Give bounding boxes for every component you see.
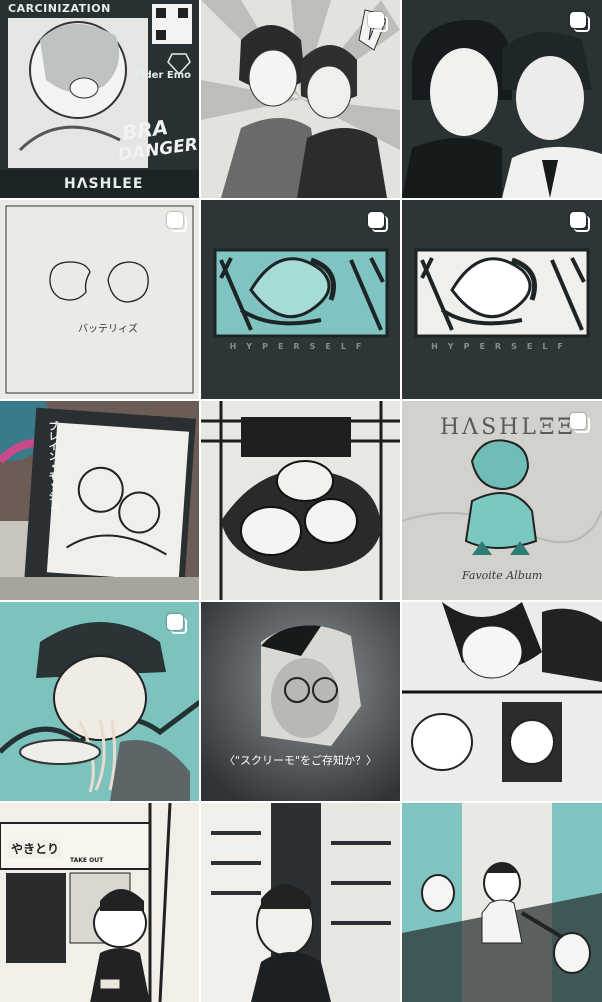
carousel-multiple-icon [167, 614, 187, 634]
post-tile-5[interactable]: HYPERSELF [201, 200, 400, 399]
post-tile-3[interactable] [402, 0, 602, 198]
carousel-multiple-icon [570, 413, 590, 433]
post-tile-14[interactable] [201, 803, 400, 1002]
hyperself-label: HYPERSELF [229, 342, 372, 351]
shop-sign-takeout: TAKE OUT [70, 857, 104, 864]
street-shop-artwork [0, 803, 199, 1002]
cd-title-brain-mosh: ブレイン・モッシュ [46, 421, 57, 511]
video-caption: 〈"スクリーモ"をご存知か？〉 [223, 754, 378, 767]
city-street-artwork [201, 803, 400, 1002]
portrait-photo [201, 602, 400, 801]
band-logo-hashlee: HΛSHLΞΞ [440, 415, 576, 440]
poster-artwork [0, 0, 199, 198]
post-caption-battery: バッテリィズ [78, 324, 138, 335]
post-tile-9[interactable]: HΛSHLΞΞ Favoite Album [402, 401, 602, 600]
post-tile-8[interactable] [201, 401, 400, 600]
carousel-multiple-icon [368, 212, 388, 232]
carousel-multiple-icon [368, 12, 388, 32]
posts-grid: CARCINIZATION Elder Emo BRA DANGER HΛSHL… [0, 0, 602, 1002]
post-tile-15[interactable] [402, 803, 602, 1002]
carousel-multiple-icon [167, 212, 187, 232]
post-tile-6[interactable]: HYPERSELF [402, 200, 602, 399]
post-tile-2[interactable] [201, 0, 400, 198]
post-tile-4[interactable]: バッテリィズ [0, 200, 199, 399]
band-logo-hashlee: HΛSHLEE [64, 176, 144, 192]
teal-city-artwork [402, 803, 602, 1002]
post-tile-10[interactable] [0, 602, 199, 801]
post-tile-7[interactable]: ブレイン・モッシュ [0, 401, 199, 600]
cd-photo [0, 401, 199, 600]
post-tile-13[interactable]: やきとり TAKE OUT [0, 803, 199, 1002]
poster-title: CARCINIZATION [8, 2, 111, 15]
album-caption: Favoite Album [462, 569, 543, 582]
carousel-multiple-icon [570, 212, 590, 232]
carousel-multiple-icon [570, 12, 590, 32]
post-tile-11[interactable]: 〈"スクリーモ"をご存知か？〉 [201, 602, 400, 801]
shop-sign-yakitori: やきとり [8, 839, 63, 858]
manga-collage [402, 602, 602, 801]
post-tile-1[interactable]: CARCINIZATION Elder Emo BRA DANGER HΛSHL… [0, 0, 199, 198]
poster-label-elder-emo: Elder Emo [134, 70, 191, 81]
hyperself-label: HYPERSELF [431, 342, 573, 351]
post-tile-12[interactable] [402, 602, 602, 801]
chaotic-ink-artwork [201, 401, 400, 600]
